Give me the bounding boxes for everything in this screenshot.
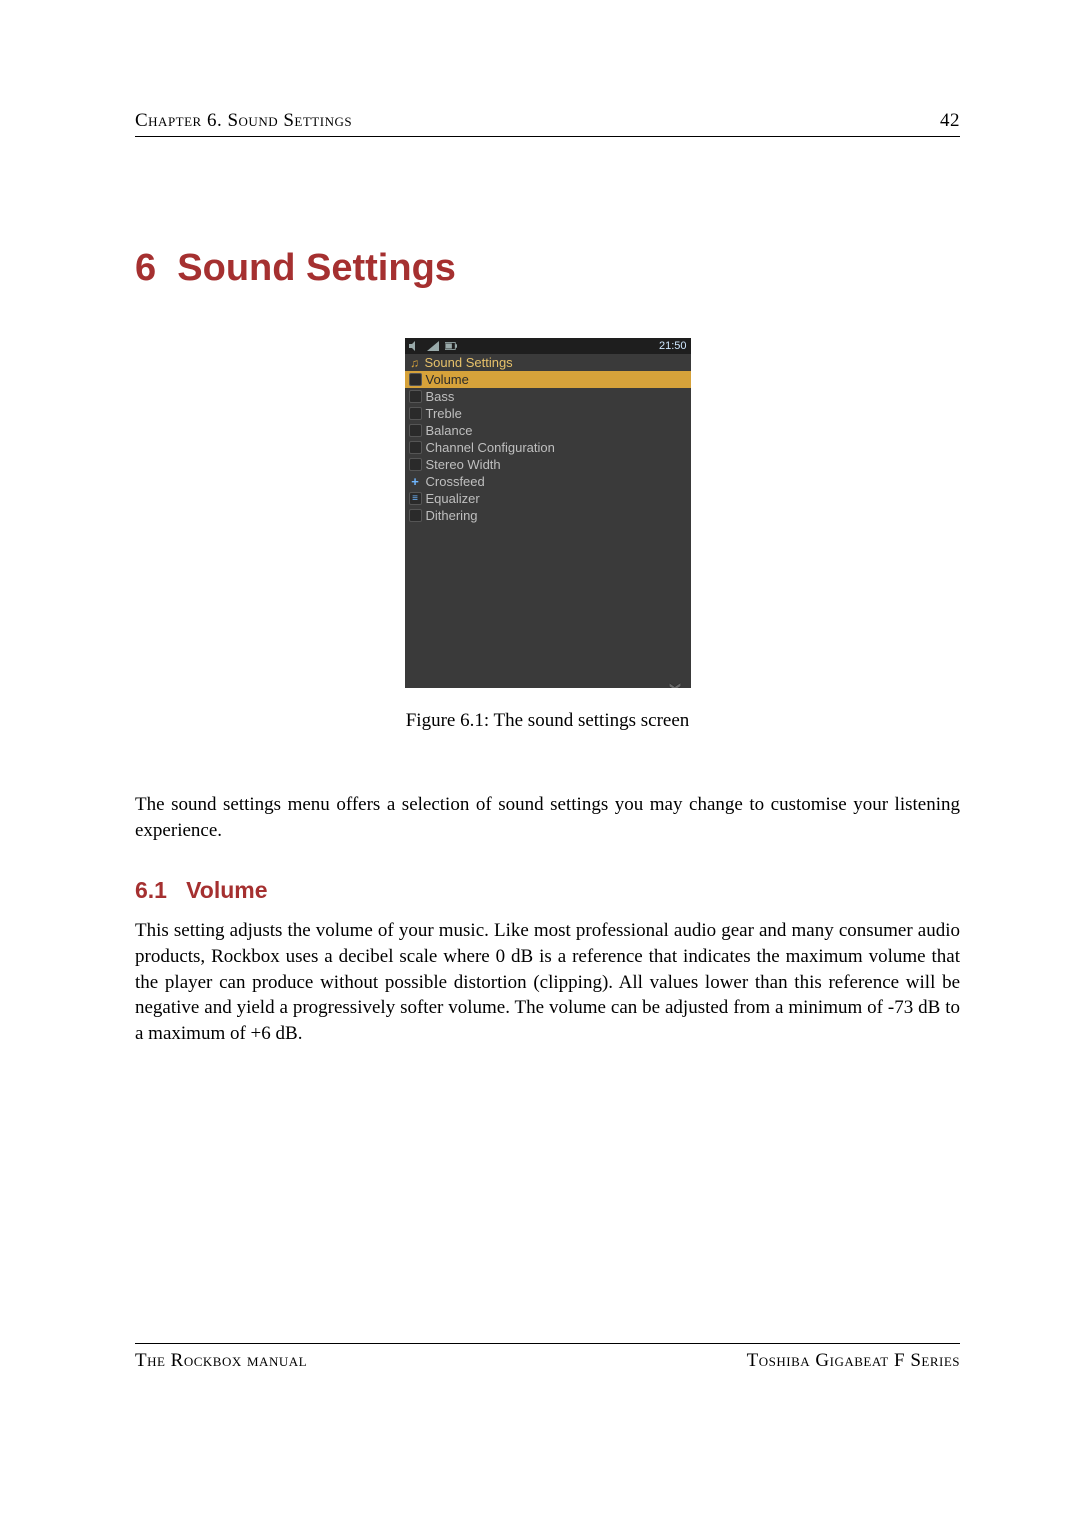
screenshot-menu-item-label: Stereo Width: [426, 457, 501, 472]
screenshot-menu-item[interactable]: ≡ Equalizer: [405, 490, 691, 507]
rockbox-logo: ROCKbox: [664, 684, 687, 688]
screenshot-menu-item-label: Treble: [426, 406, 462, 421]
subsection-title: Volume: [186, 877, 267, 903]
volume-paragraph: This setting adjusts the volume of your …: [135, 918, 960, 1046]
chapter-heading: 6 Sound Settings: [135, 247, 960, 290]
page-footer: The Rockbox manual Toshiba Gigabeat F Se…: [135, 1343, 960, 1372]
screenshot-menu-item[interactable]: Stereo Width: [405, 456, 691, 473]
screenshot-menu-item[interactable]: Treble: [405, 405, 691, 422]
screenshot-menu-item[interactable]: Bass: [405, 388, 691, 405]
screenshot-menu-item-label: Channel Configuration: [426, 440, 555, 455]
slider-icon: [409, 441, 422, 454]
screenshot-menu-item[interactable]: + Crossfeed: [405, 473, 691, 490]
intro-paragraph: The sound settings menu offers a selecti…: [135, 792, 960, 843]
page-header: Chapter 6. Sound Settings 42: [135, 110, 960, 132]
eq-icon: ≡: [409, 492, 422, 505]
screenshot-title: Sound Settings: [425, 355, 513, 370]
slider-icon: [409, 390, 422, 403]
figure: 21:50 ♫ Sound Settings Volume Bass Treble B…: [135, 338, 960, 732]
screenshot-menu-item-label: Bass: [426, 389, 455, 404]
battery-icon: [445, 341, 457, 351]
screenshot-menu: Volume Bass Treble Balance Channel Configura…: [405, 371, 691, 524]
screenshot-title-row: ♫ Sound Settings: [405, 354, 691, 371]
subsection-heading: 6.1 Volume: [135, 877, 960, 904]
screenshot-menu-item[interactable]: Volume: [405, 371, 691, 388]
screenshot-menu-item-label: Crossfeed: [426, 474, 485, 489]
footer-right: Toshiba Gigabeat F Series: [747, 1350, 960, 1372]
status-time: 21:50: [659, 340, 687, 352]
plus-icon: +: [409, 475, 422, 488]
page: Chapter 6. Sound Settings 42 6 Sound Set…: [0, 0, 1080, 1527]
signal-icon: [427, 341, 439, 351]
screenshot-menu-item-label: Volume: [426, 372, 469, 387]
chapter-number: 6: [135, 247, 156, 289]
header-left: Chapter 6. Sound Settings: [135, 110, 352, 132]
screenshot-menu-item[interactable]: Balance: [405, 422, 691, 439]
screenshot-menu-item-label: Dithering: [426, 508, 478, 523]
screenshot-menu-item[interactable]: Dithering: [405, 507, 691, 524]
screenshot-menu-item-label: Balance: [426, 423, 473, 438]
status-icons: [409, 341, 457, 351]
footer-rule: [135, 1343, 960, 1344]
music-note-icon: ♫: [409, 357, 421, 369]
slider-icon: [409, 424, 422, 437]
screenshot-menu-item-label: Equalizer: [426, 491, 480, 506]
figure-caption: Figure 6.1: The sound settings screen: [406, 710, 690, 732]
subsection-number: 6.1: [135, 877, 167, 903]
slider-icon: [409, 509, 422, 522]
page-number: 42: [940, 110, 960, 132]
footer-left: The Rockbox manual: [135, 1350, 307, 1372]
speaker-icon: [409, 341, 421, 351]
screenshot-status-bar: 21:50: [405, 338, 691, 354]
screenshot-menu-item[interactable]: Channel Configuration: [405, 439, 691, 456]
slider-icon: [409, 373, 422, 386]
header-rule: [135, 136, 960, 137]
slider-icon: [409, 407, 422, 420]
chapter-title-text: Sound Settings: [177, 247, 456, 289]
slider-icon: [409, 458, 422, 471]
screenshot: 21:50 ♫ Sound Settings Volume Bass Treble B…: [405, 338, 691, 688]
